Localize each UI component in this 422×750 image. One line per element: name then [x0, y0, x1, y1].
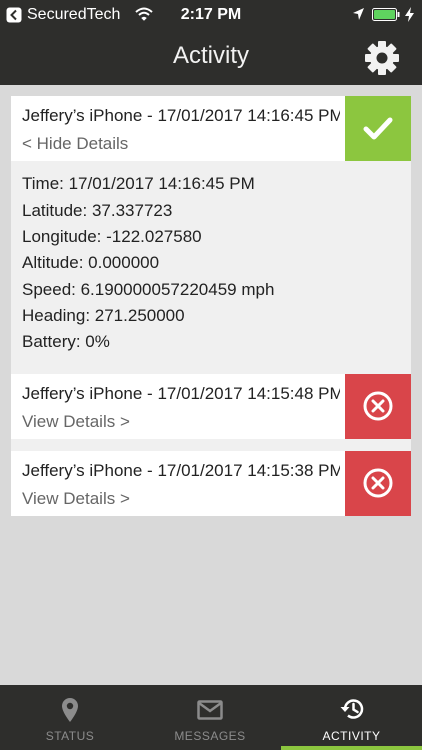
tab-label: ACTIVITY [322, 729, 381, 743]
view-details-link[interactable]: View Details > [22, 489, 130, 509]
detail-speed: Speed: 6.190000057220459 mph [22, 280, 275, 299]
view-details-link[interactable]: View Details > [22, 412, 130, 432]
navigation-bar: Activity [0, 30, 422, 85]
tab-activity[interactable]: ACTIVITY [281, 685, 422, 750]
activity-item-title: Jeffery’s iPhone - 17/01/2017 14:15:48 P… [22, 384, 340, 403]
status-error-tile [345, 451, 411, 516]
circle-x-icon [363, 468, 393, 498]
detail-latitude: Latitude: 37.337723 [22, 201, 173, 220]
map-pin-icon [62, 698, 78, 722]
active-tab-indicator [281, 746, 422, 750]
status-bar: SecuredTech 2:17 PM [0, 0, 422, 30]
history-icon [340, 699, 363, 719]
activity-item-title: Jeffery’s iPhone - 17/01/2017 14:16:45 P… [22, 106, 340, 125]
activity-item: Jeffery’s iPhone - 17/01/2017 14:15:38 P… [11, 451, 411, 516]
hide-details-link[interactable]: < Hide Details [22, 134, 128, 154]
circle-x-icon [363, 391, 393, 421]
detail-time: Time: 17/01/2017 14:16:45 PM [22, 174, 255, 193]
activity-item: Jeffery’s iPhone - 17/01/2017 14:15:48 P… [11, 374, 411, 439]
activity-item-title: Jeffery’s iPhone - 17/01/2017 14:15:38 P… [22, 461, 340, 480]
charging-bolt-icon [405, 7, 414, 22]
checkmark-icon [363, 117, 393, 140]
status-success-tile [345, 96, 411, 161]
detail-battery: Battery: 0% [22, 332, 110, 351]
status-error-tile [345, 374, 411, 439]
detail-heading: Heading: 271.250000 [22, 306, 185, 325]
tab-label: STATUS [45, 729, 95, 743]
tab-label: MESSAGES [174, 729, 246, 743]
detail-altitude: Altitude: 0.000000 [22, 253, 160, 272]
battery-icon [372, 8, 400, 21]
location-arrow-icon [353, 8, 364, 20]
detail-longitude: Longitude: -122.027580 [22, 227, 202, 246]
tab-bar: STATUS MESSAGES ACTIVITY [0, 685, 422, 750]
tab-status[interactable]: STATUS [0, 685, 140, 750]
tab-messages[interactable]: MESSAGES [140, 685, 280, 750]
envelope-icon [197, 700, 223, 720]
page-title: Activity [172, 42, 249, 69]
gear-icon[interactable] [364, 40, 400, 76]
